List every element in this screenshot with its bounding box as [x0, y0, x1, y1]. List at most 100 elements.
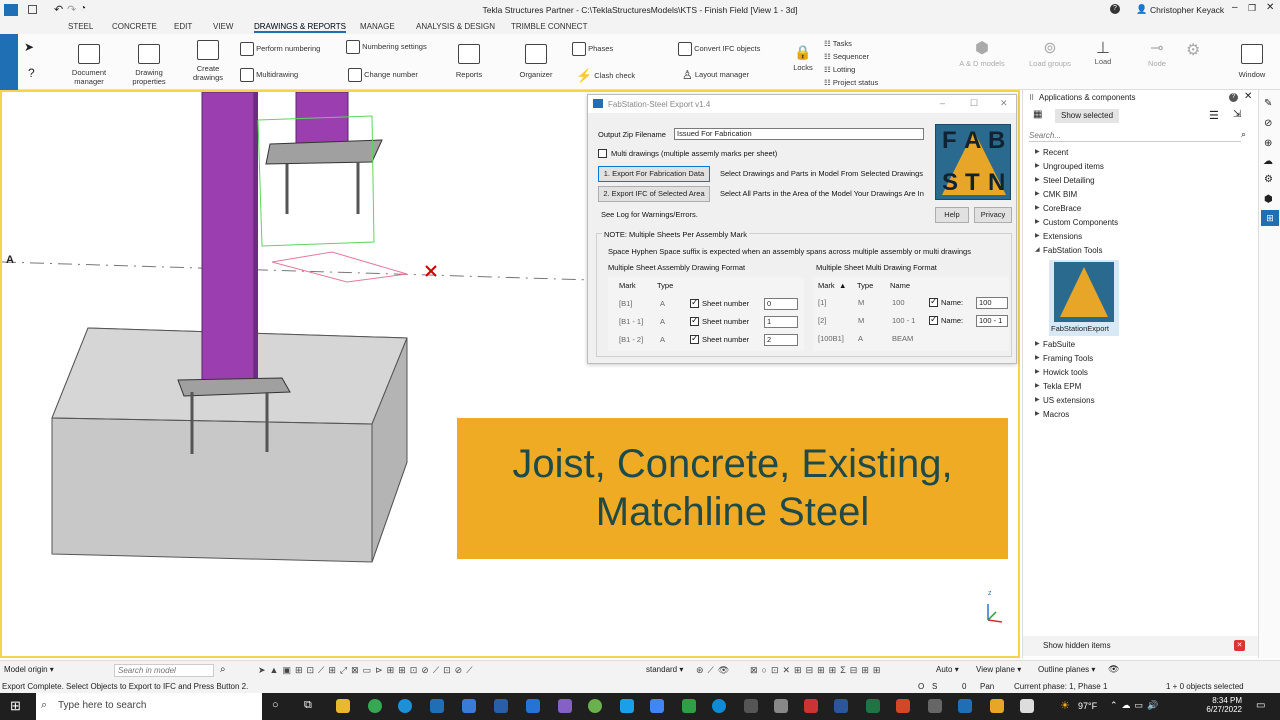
clock[interactable]: 8:34 PM 6/27/2022 — [1200, 696, 1242, 714]
export-fabrication-data-button[interactable]: 1. Export For Fabrication Data — [598, 166, 710, 182]
catalog-grid-icon[interactable]: ▦ — [1033, 109, 1042, 120]
tree-fabsuite[interactable]: FabSuite — [1035, 340, 1075, 349]
tree-tekla-epm[interactable]: Tekla EPM — [1035, 382, 1081, 391]
app-icon-15[interactable] — [774, 699, 788, 713]
view-plane-dropdown[interactable]: View plane ▾ — [976, 665, 1021, 674]
perform-numbering-button[interactable]: Perform numbering — [240, 42, 320, 56]
side-box-icon[interactable]: ⬢ — [1264, 194, 1273, 205]
lotting-button[interactable]: ☷ Lotting — [824, 65, 855, 74]
select-tools-row[interactable]: ⊠○⊡✕⊞⊟⊞⊞Σ⊟⊞⊞ — [750, 665, 884, 676]
tree-us-extensions[interactable]: US extensions — [1035, 396, 1095, 405]
tree-corebrace[interactable]: CoreBrace — [1035, 204, 1081, 213]
left-row-1-sheet-input[interactable]: 1 — [764, 316, 798, 328]
tree-macros[interactable]: Macros — [1035, 410, 1069, 419]
cortana-icon[interactable]: ○ — [272, 699, 279, 711]
outline-planes-dropdown[interactable]: Outline planes ▾ — [1038, 665, 1095, 674]
close-button[interactable]: ✕ — [1266, 2, 1274, 13]
search-model-input[interactable] — [114, 664, 214, 677]
user-name[interactable]: Christopher Keyack — [1150, 5, 1224, 15]
tree-howick-tools[interactable]: Howick tools — [1035, 368, 1088, 377]
side-tool-3-icon[interactable]: ⊕ — [1264, 138, 1272, 149]
app-icon-13[interactable] — [712, 699, 726, 713]
drawing-properties-button[interactable]: Drawing properties — [128, 44, 170, 86]
right-row-1-name-checkbox[interactable] — [929, 314, 938, 325]
weather-icon[interactable]: ☀ — [1060, 699, 1070, 712]
tekla-icon[interactable] — [430, 699, 444, 713]
app-icon-23[interactable] — [1020, 699, 1034, 713]
tree-extensions[interactable]: Extensions — [1035, 232, 1082, 241]
view-tools-row[interactable]: ⊛⟋👁 — [696, 665, 733, 676]
dialog-close-button[interactable]: ✕ — [1000, 98, 1008, 109]
app-icon-12[interactable] — [682, 699, 696, 713]
panel-close-icon[interactable]: ✕ — [1244, 91, 1252, 102]
app-icon-7[interactable] — [526, 699, 540, 713]
notification-icon[interactable]: ▭ — [1256, 700, 1265, 711]
locks-button[interactable]: 🔒 Locks — [790, 45, 816, 72]
model-origin-dropdown[interactable]: Model origin ▾ — [4, 665, 54, 674]
app-icon-9[interactable] — [588, 699, 602, 713]
convert-ifc-button[interactable]: Convert IFC objects — [678, 42, 760, 56]
organizer-button[interactable]: Organizer — [516, 44, 556, 79]
privacy-button[interactable]: Privacy — [974, 207, 1012, 223]
sequencer-button[interactable]: ☷ Sequencer — [824, 52, 869, 61]
app-icon-21[interactable] — [958, 699, 972, 713]
node-button[interactable]: ⊸ Node — [1142, 41, 1172, 69]
load-groups-button[interactable]: ⊚ Load groups — [1024, 41, 1076, 69]
minimize-button[interactable]: – — [1232, 2, 1238, 13]
tree-cmk-bim[interactable]: CMK BIM — [1035, 190, 1077, 199]
maximize-button[interactable]: ❐ — [1248, 3, 1256, 14]
show-hidden-close-icon[interactable]: ✕ — [1234, 640, 1245, 651]
change-number-button[interactable]: Change number — [348, 68, 418, 82]
clash-check-button[interactable]: ⚡ Clash check — [576, 68, 635, 84]
app-icon-6[interactable] — [494, 699, 508, 713]
fabstation-export-tool[interactable]: FabStationExport — [1049, 260, 1119, 336]
chrome-icon[interactable] — [368, 699, 382, 713]
snap-help-icon[interactable]: ? — [28, 66, 35, 80]
menu-view[interactable]: VIEW — [213, 22, 233, 31]
side-tool-1-icon[interactable]: ✎ — [1264, 98, 1272, 109]
app-icon-11[interactable] — [650, 699, 664, 713]
search-model-icon[interactable]: ⌕ — [220, 664, 226, 675]
help-button[interactable]: Help — [935, 207, 969, 223]
left-row-0-sheet-checkbox[interactable] — [690, 297, 699, 308]
edge-icon[interactable] — [398, 699, 412, 713]
right-row-1-name-input[interactable]: 100 - 1 — [976, 315, 1008, 327]
multi-drawings-checkbox[interactable] — [598, 149, 607, 158]
task-view-icon[interactable]: ⧉ — [304, 699, 312, 712]
show-selected-button[interactable]: Show selected — [1055, 109, 1119, 123]
snap-tools-row[interactable]: ➤▲▣⊞⊡⟋⊞⤢⊠▭⊳⊞⊞⊡⊘⟋⊡⊘⟋ — [258, 665, 477, 676]
menu-analysis-design[interactable]: ANALYSIS & DESIGN — [416, 22, 495, 31]
auto-dropdown[interactable]: Auto ▾ — [936, 665, 959, 674]
numbering-settings-button[interactable]: Numbering settings — [346, 40, 427, 54]
excel-icon[interactable] — [866, 699, 880, 713]
more-analysis-icon[interactable]: ⚙ — [1186, 43, 1200, 59]
menu-drawings-reports[interactable]: DRAWINGS & REPORTS — [254, 22, 347, 33]
windows-start-icon[interactable]: ⊞ — [10, 698, 21, 714]
export-ifc-button[interactable]: 2. Export IFC of Selected Area — [598, 186, 710, 202]
dialog-minimize-button[interactable]: – — [940, 98, 945, 108]
menu-steel[interactable]: STEEL — [68, 22, 93, 31]
load-button[interactable]: ⊥ Load — [1088, 41, 1118, 67]
visibility-icon[interactable]: 👁 — [1108, 664, 1119, 675]
tree-steel-detailing[interactable]: Steel Detailing — [1035, 176, 1095, 185]
panel-search-input[interactable] — [1029, 130, 1241, 142]
app-icon-14[interactable] — [744, 699, 758, 713]
app-icon-16[interactable] — [804, 699, 818, 713]
side-tool-2-icon[interactable]: ⊘ — [1264, 118, 1272, 129]
side-settings-icon[interactable]: ⚙ — [1264, 174, 1273, 185]
menu-edit[interactable]: EDIT — [174, 22, 192, 31]
standard-dropdown[interactable]: standard ▾ — [646, 665, 683, 674]
ad-models-button[interactable]: ⬢ A & D models — [956, 41, 1008, 69]
layout-manager-button[interactable]: ♙ Layout manager — [682, 68, 749, 82]
visual-studio-icon[interactable] — [558, 699, 572, 713]
side-menu-icon[interactable] — [0, 34, 18, 90]
help-icon[interactable]: ? — [1110, 4, 1120, 14]
select-arrow-icon[interactable]: ➤ — [24, 40, 34, 54]
document-manager-button[interactable]: Document manager — [68, 44, 110, 86]
left-row-2-sheet-input[interactable]: 2 — [764, 334, 798, 346]
panel-search-icon[interactable]: ⌕ — [1241, 129, 1246, 140]
explorer-icon[interactable] — [336, 699, 350, 713]
menu-trimble-connect[interactable]: TRIMBLE CONNECT — [511, 22, 587, 31]
taskbar-search-box[interactable]: ⌕ Type here to search — [36, 693, 262, 720]
left-row-0-sheet-input[interactable]: 0 — [764, 298, 798, 310]
